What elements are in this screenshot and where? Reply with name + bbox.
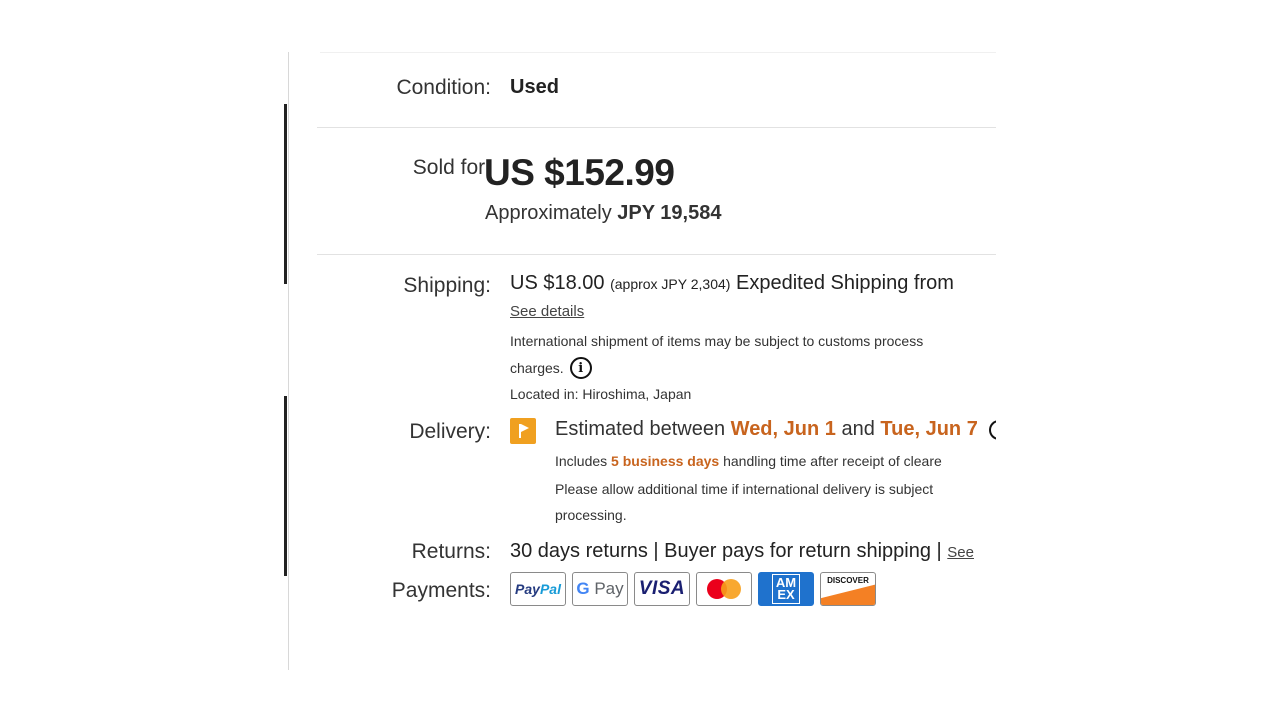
approx-price: Approximately JPY 19,584 bbox=[485, 202, 721, 225]
info-icon[interactable]: i bbox=[569, 357, 592, 379]
delivery-label: Delivery: bbox=[409, 420, 491, 443]
delivery-date-end: Tue, Jun 7 bbox=[880, 418, 978, 440]
paypal-icon: PayPal bbox=[510, 572, 566, 606]
delivery-date-start: Wed, Jun 1 bbox=[730, 418, 836, 440]
charges-text: charges. bbox=[510, 360, 564, 376]
shipping-cost-line: US $18.00 (approx JPY 2,304) Expedited S… bbox=[510, 272, 954, 295]
delivery-estimate: Estimated between Wed, Jun 1 and Tue, Ju… bbox=[555, 418, 996, 441]
returns-see-link[interactable]: See bbox=[947, 544, 974, 561]
delivery-allow-note-2: processing. bbox=[555, 507, 627, 523]
includes-suffix: handling time after receipt of cleare bbox=[723, 453, 942, 469]
returns-label: Returns: bbox=[411, 540, 491, 563]
flag-icon bbox=[510, 418, 536, 444]
info-icon[interactable] bbox=[989, 419, 996, 440]
window-edge bbox=[284, 396, 287, 576]
payment-methods: PayPal G Pay VISA AM EX DISCOVER bbox=[510, 572, 876, 606]
condition-label: Condition: bbox=[396, 76, 491, 99]
sold-for-label: Sold for: bbox=[412, 156, 491, 179]
see-details-link[interactable]: See details bbox=[510, 303, 584, 320]
handling-time-note: Includes 5 business days handling time a… bbox=[555, 453, 942, 469]
window-edge bbox=[284, 104, 287, 284]
returns-text: 30 days returns | Buyer pays for return … bbox=[510, 540, 942, 562]
mastercard-icon bbox=[696, 572, 752, 606]
delivery-prefix: Estimated between bbox=[555, 418, 726, 440]
google-pay-icon: G Pay bbox=[572, 572, 628, 606]
returns-policy: 30 days returns | Buyer pays for return … bbox=[510, 540, 974, 563]
item-details-panel: Condition: Used Sold for: US $152.99 App… bbox=[289, 52, 996, 652]
delivery-allow-note: Please allow additional time if internat… bbox=[555, 481, 934, 497]
item-location: Located in: Hiroshima, Japan bbox=[510, 386, 692, 402]
condition-value: Used bbox=[510, 76, 559, 98]
shipping-label: Shipping: bbox=[403, 274, 491, 297]
shipping-approx: (approx JPY 2,304) bbox=[610, 276, 731, 292]
payments-label: Payments: bbox=[391, 579, 491, 602]
sold-price: US $152.99 bbox=[484, 152, 675, 193]
divider bbox=[317, 127, 996, 128]
american-express-icon: AM EX bbox=[758, 572, 814, 606]
approx-value: JPY 19,584 bbox=[617, 202, 722, 224]
shipping-cost: US $18.00 bbox=[510, 272, 605, 294]
visa-icon: VISA bbox=[634, 572, 690, 606]
discover-icon: DISCOVER bbox=[820, 572, 876, 606]
business-days: 5 business days bbox=[611, 453, 720, 469]
intl-shipment-note: International shipment of items may be s… bbox=[510, 333, 924, 349]
divider bbox=[317, 254, 996, 255]
approx-prefix: Approximately bbox=[485, 202, 612, 224]
delivery-and: and bbox=[841, 418, 875, 440]
includes-prefix: Includes bbox=[555, 453, 608, 469]
shipping-method: Expedited Shipping from bbox=[736, 272, 954, 294]
intl-shipment-note-2: charges. i bbox=[510, 357, 592, 379]
